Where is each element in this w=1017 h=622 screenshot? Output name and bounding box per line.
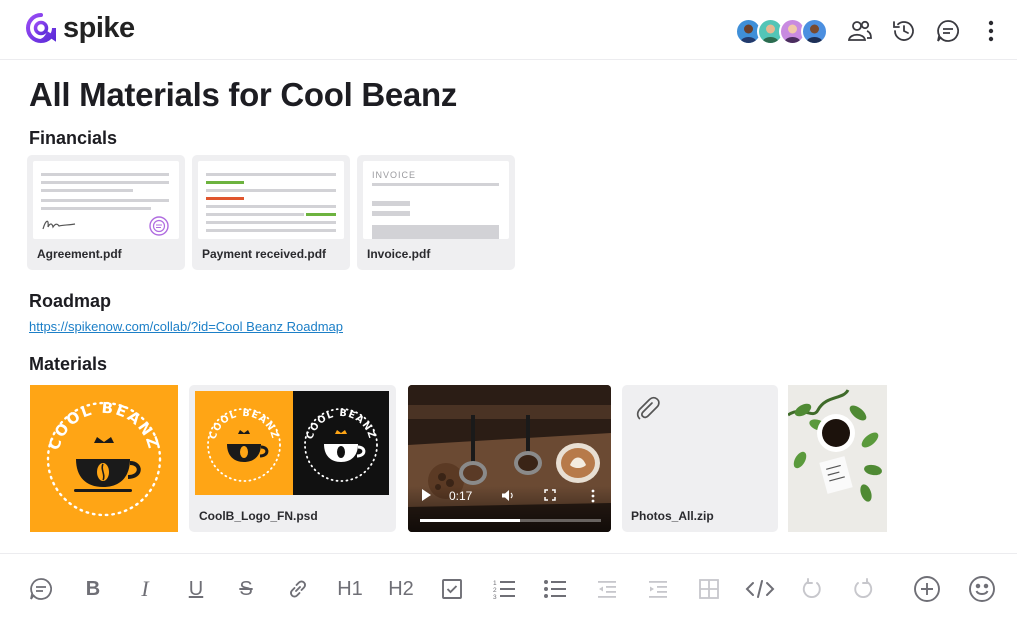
material-photo[interactable] [788, 385, 887, 532]
video-time: 0:17 [449, 489, 473, 503]
redo-icon[interactable] [846, 572, 880, 606]
svg-text:3: 3 [493, 594, 497, 601]
indent-icon[interactable] [641, 572, 675, 606]
brand-name: spike [63, 12, 135, 44]
logo-text: COOL BEANZ [45, 399, 161, 452]
italic-icon[interactable]: I [128, 572, 162, 606]
psd-thumb-black: COOL BEANZ [293, 391, 389, 495]
file-card-invoice[interactable]: INVOICE Invoice.pdf [357, 155, 515, 270]
spike-logo[interactable]: spike [25, 12, 135, 44]
spike-logo-icon [26, 13, 56, 43]
roadmap-heading: Roadmap [29, 291, 112, 311]
financials-heading: Financials [29, 128, 118, 148]
material-zip-card[interactable]: Photos_All.zip [622, 385, 778, 532]
file-thumbnail: INVOICE [363, 161, 509, 239]
page-title: All Materials for Cool Beanz [29, 76, 458, 113]
comments-icon[interactable] [933, 16, 963, 46]
svg-text:COOL BEANZ: COOL BEANZ [305, 408, 378, 441]
svg-text:COOL BEANZ: COOL BEANZ [45, 399, 163, 452]
table-icon[interactable] [692, 572, 726, 606]
file-name: Invoice.pdf [367, 247, 431, 261]
video-progress-fill [420, 519, 520, 522]
material-psd-card[interactable]: COOL BEANZ COOL BEANZ CoolB_Logo_FN.psd [189, 385, 396, 532]
history-icon[interactable] [889, 16, 919, 46]
undo-icon[interactable] [795, 572, 829, 606]
top-bar: spike [0, 0, 1017, 60]
file-name: CoolB_Logo_FN.psd [199, 509, 318, 523]
bullet-list-icon[interactable] [538, 572, 572, 606]
cool-beanz-logo-icon: COOL BEANZ [304, 408, 378, 482]
file-card-payment[interactable]: Payment received.pdf [192, 155, 350, 270]
avatar[interactable] [801, 18, 828, 45]
emoji-icon[interactable] [965, 572, 999, 606]
link-icon[interactable] [281, 572, 315, 606]
add-icon[interactable] [910, 572, 944, 606]
strikethrough-icon[interactable]: S [229, 572, 263, 606]
coffee-flatlay-photo [788, 385, 887, 532]
people-icon[interactable] [845, 16, 875, 46]
heading2-icon[interactable]: H2 [383, 572, 419, 606]
cool-beanz-logo-icon: COOL BEANZ [207, 408, 281, 482]
logo-text: COOL BEANZ [305, 408, 377, 441]
member-avatars[interactable] [735, 18, 831, 46]
volume-icon[interactable] [501, 489, 515, 502]
file-name: Photos_All.zip [631, 509, 714, 523]
more-vertical-icon[interactable] [976, 16, 1006, 46]
signature-icon [42, 220, 76, 230]
psd-thumb-orange: COOL BEANZ [195, 391, 293, 495]
video-more-icon[interactable] [590, 489, 596, 503]
fullscreen-icon[interactable] [544, 489, 556, 501]
bold-icon[interactable]: B [76, 572, 110, 606]
file-thumbnail [198, 161, 344, 239]
svg-text:2: 2 [493, 587, 497, 594]
material-video[interactable]: 0:17 [408, 385, 611, 532]
materials-heading: Materials [29, 354, 108, 374]
comment-icon[interactable] [24, 572, 58, 606]
paperclip-icon [636, 396, 660, 420]
checkbox-icon[interactable] [435, 572, 469, 606]
roadmap-link[interactable]: https://spikenow.com/collab/?id=Cool Bea… [29, 319, 343, 334]
stamp-icon [149, 216, 169, 236]
material-logo-image[interactable]: COOL BEANZ [30, 385, 178, 532]
play-icon[interactable] [422, 489, 431, 501]
editor-toolbar: B I U S H1 H2 123 [0, 553, 1017, 622]
file-thumbnail [33, 161, 179, 239]
video-progress-track[interactable] [420, 519, 601, 522]
numbered-list-icon[interactable]: 123 [487, 572, 521, 606]
invoice-thumb-label: INVOICE [372, 170, 417, 180]
heading1-icon[interactable]: H1 [332, 572, 368, 606]
underline-icon[interactable]: U [179, 572, 213, 606]
svg-text:COOL BEANZ: COOL BEANZ [208, 408, 281, 441]
outdent-icon[interactable] [590, 572, 624, 606]
code-icon[interactable] [743, 572, 777, 606]
file-name: Payment received.pdf [202, 247, 327, 261]
cool-beanz-logo-icon: COOL BEANZ [45, 399, 163, 517]
file-name: Agreement.pdf [37, 247, 122, 261]
svg-text:1: 1 [493, 580, 497, 587]
file-card-agreement[interactable]: Agreement.pdf [27, 155, 185, 270]
logo-text: COOL BEANZ [208, 408, 280, 441]
